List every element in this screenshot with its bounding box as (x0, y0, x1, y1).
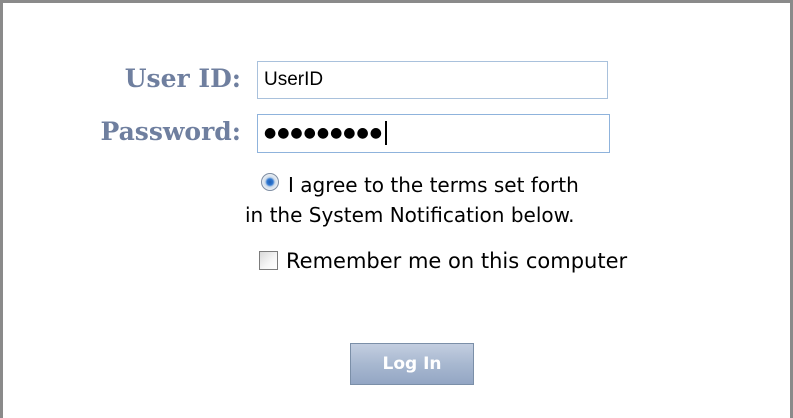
login-panel: User ID: UserID Password: ●●●●●●●●● I ag… (0, 0, 793, 418)
text-caret (384, 121, 387, 145)
user-id-input[interactable]: UserID (257, 61, 608, 99)
agree-radio-icon[interactable] (261, 173, 279, 191)
password-label: Password: (100, 117, 241, 146)
password-mask: ●●●●●●●●● (264, 125, 383, 141)
user-id-label: User ID: (124, 64, 241, 93)
agree-text-line2: in the System Notification below. (245, 203, 575, 227)
remember-checkbox-icon[interactable] (259, 251, 278, 270)
remember-me-label: Remember me on this computer (286, 249, 628, 273)
log-in-button[interactable]: Log In (350, 343, 474, 385)
agree-text-line1: I agree to the terms set forth (288, 173, 579, 197)
password-input[interactable]: ●●●●●●●●● (257, 114, 610, 153)
user-id-value: UserID (264, 69, 324, 90)
